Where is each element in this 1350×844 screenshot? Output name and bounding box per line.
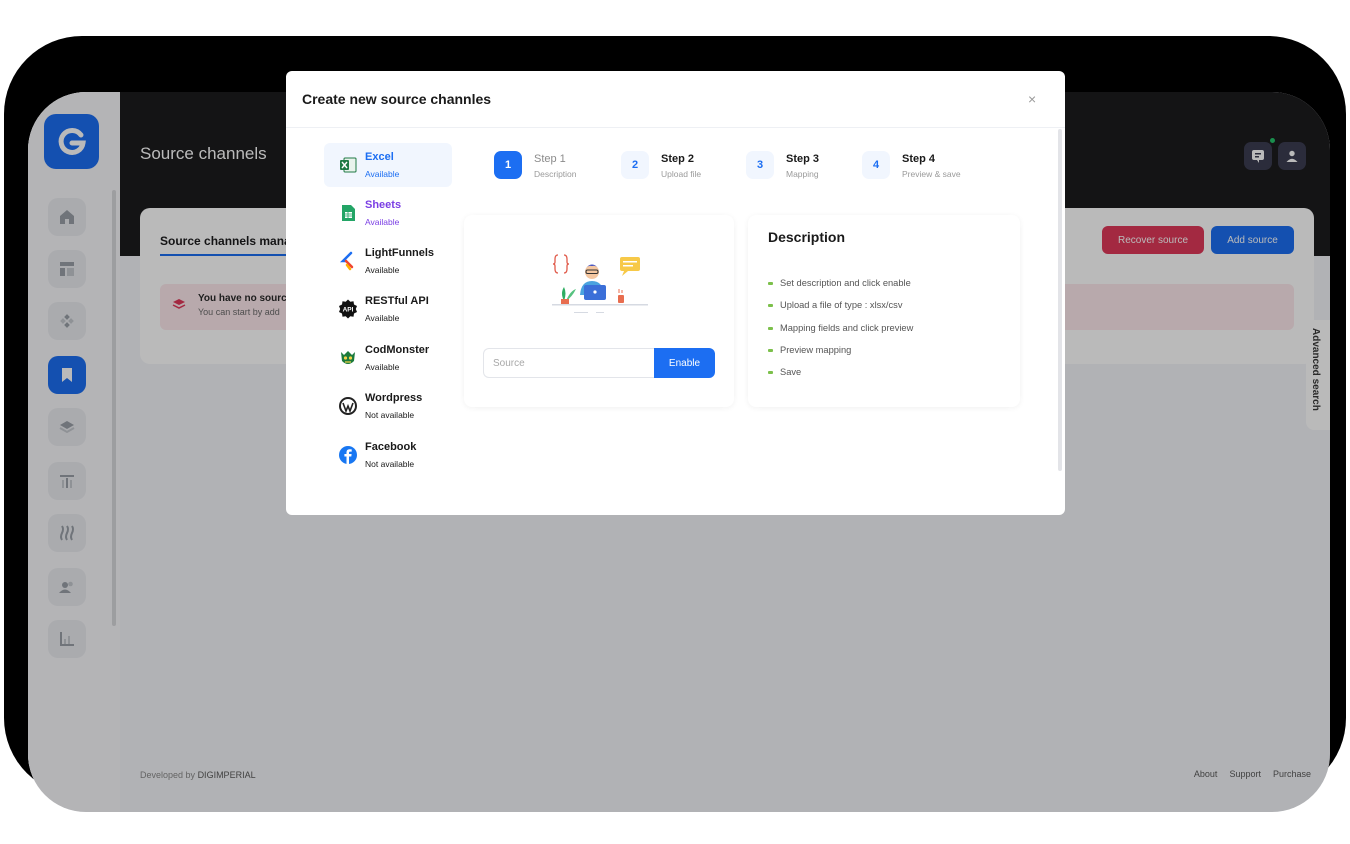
- step-content-panel: Enable: [464, 215, 734, 407]
- source-name: Sheets: [365, 199, 402, 211]
- list-item: Save: [768, 367, 913, 389]
- step-title: Step 3: [786, 153, 820, 165]
- source-item-excel[interactable]: Excel Available: [324, 143, 452, 187]
- source-status: Not available: [365, 410, 415, 420]
- source-status: Available: [365, 169, 400, 179]
- source-item-restful-api[interactable]: API RESTful API Available: [324, 287, 452, 331]
- step-number: 1: [494, 151, 522, 179]
- source-name: LightFunnels: [365, 247, 435, 259]
- developer-illustration: [552, 254, 648, 313]
- codmonster-icon: [341, 351, 355, 364]
- lightfunnels-icon: [339, 251, 354, 271]
- excel-icon: [340, 157, 357, 173]
- step-subtitle: Description: [534, 169, 577, 179]
- description-title: Description: [768, 229, 846, 245]
- step-number: 3: [746, 151, 774, 179]
- step-subtitle: Preview & save: [902, 169, 961, 179]
- source-status: Available: [365, 265, 400, 275]
- source-item-lightfunnels[interactable]: LightFunnels Available: [324, 239, 452, 283]
- source-name: Facebook: [365, 441, 417, 453]
- step-title: Step 1: [534, 153, 566, 165]
- source-status: Available: [365, 217, 400, 227]
- source-item-facebook[interactable]: Facebook Not available: [324, 433, 452, 477]
- source-name: CodMonster: [365, 344, 430, 356]
- api-icon: API: [339, 299, 357, 319]
- source-status: Available: [365, 313, 400, 323]
- wordpress-icon: [339, 397, 357, 415]
- svg-text:API: API: [343, 307, 354, 314]
- list-item: Upload a file of type : xlsx/csv: [768, 300, 913, 322]
- create-source-modal: Create new source channles × Excel Avail…: [286, 71, 1065, 515]
- enable-button[interactable]: Enable: [654, 348, 715, 378]
- description-list: Set description and click enable Upload …: [768, 278, 913, 389]
- source-item-wordpress[interactable]: Wordpress Not available: [324, 384, 452, 428]
- source-item-sheets[interactable]: Sheets Available: [324, 191, 452, 235]
- step-title: Step 2: [661, 153, 695, 165]
- source-name: Excel: [365, 151, 394, 163]
- source-item-codmonster[interactable]: CodMonster Available: [324, 336, 452, 380]
- step-number: 4: [862, 151, 890, 179]
- list-item: Mapping fields and click preview: [768, 323, 913, 345]
- list-item: Set description and click enable: [768, 278, 913, 300]
- step-title: Step 4: [902, 153, 936, 165]
- facebook-icon: [339, 446, 357, 464]
- close-icon[interactable]: ×: [1028, 91, 1036, 107]
- source-input[interactable]: [483, 348, 655, 378]
- step-subtitle: Mapping: [786, 169, 819, 179]
- step-subtitle: Upload file: [661, 169, 702, 179]
- modal-scrollbar[interactable]: [1058, 129, 1062, 471]
- modal-divider: [286, 127, 1065, 128]
- source-input-group: Enable: [483, 348, 715, 378]
- source-status: Not available: [365, 459, 415, 469]
- step-number: 2: [621, 151, 649, 179]
- source-name: RESTful API: [365, 295, 429, 307]
- modal-title: Create new source channles: [302, 91, 492, 107]
- list-item: Preview mapping: [768, 345, 913, 367]
- source-name: Wordpress: [365, 392, 423, 404]
- sheets-icon: [342, 205, 355, 221]
- source-status: Available: [365, 362, 400, 372]
- description-panel: Description Set description and click en…: [748, 215, 1020, 407]
